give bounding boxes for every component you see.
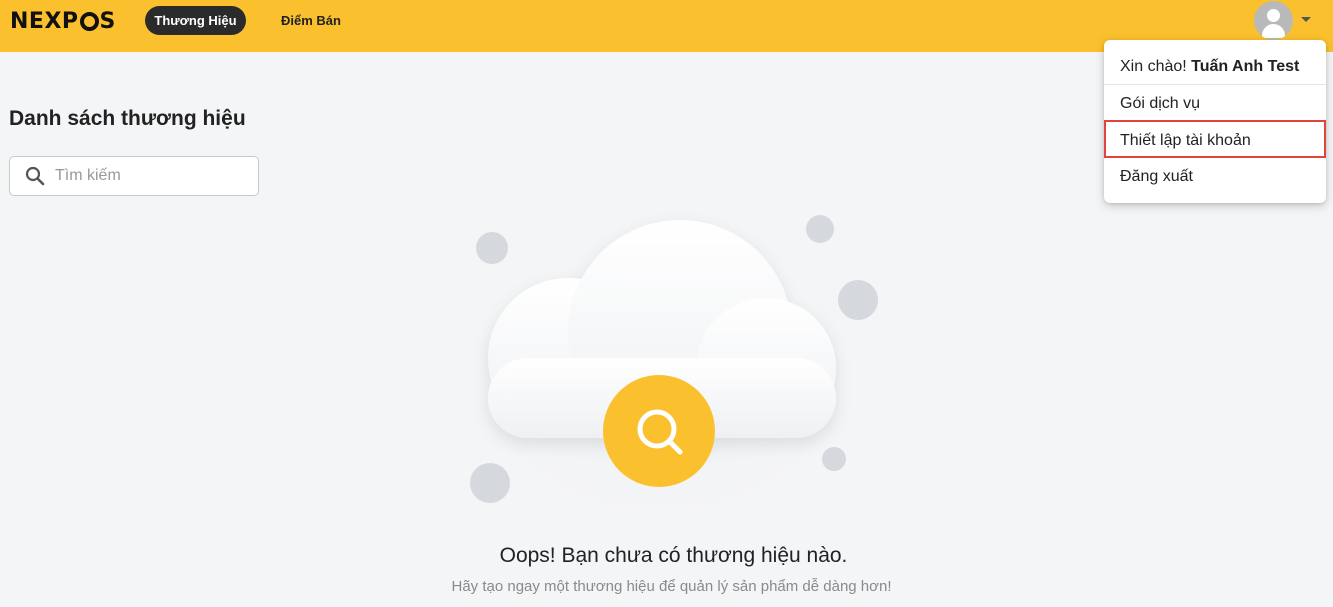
bubble-shape: [476, 232, 508, 264]
search-box[interactable]: [9, 156, 259, 196]
magnifier-badge: [603, 375, 715, 487]
menu-item-logout[interactable]: Đăng xuất: [1104, 159, 1326, 195]
menu-greeting: Xin chào! Tuấn Anh Test: [1104, 49, 1326, 85]
logo-text-right: S: [99, 8, 116, 34]
tab-thuong-hieu[interactable]: Thương Hiệu: [145, 6, 246, 35]
empty-state-title: Oops! Bạn chưa có thương hiệu nào.: [499, 544, 848, 567]
menu-item-service-plan[interactable]: Gói dịch vụ: [1104, 86, 1326, 122]
bubble-shape: [806, 215, 834, 243]
bubble-shape: [822, 447, 846, 471]
logo-o-icon: [79, 11, 99, 31]
logo-text-left: NEXP: [10, 8, 79, 34]
search-input[interactable]: [55, 163, 245, 189]
tab-diem-ban[interactable]: Điểm Bán: [271, 6, 351, 35]
user-avatar[interactable]: [1254, 1, 1293, 40]
search-icon: [25, 166, 45, 186]
page-title: Danh sách thương hiệu: [9, 107, 246, 130]
bubble-shape: [838, 280, 878, 320]
user-dropdown-menu: Xin chào! Tuấn Anh Test Gói dịch vụ Thiế…: [1104, 40, 1326, 203]
menu-item-account-settings[interactable]: Thiết lập tài khoản: [1104, 120, 1326, 158]
bubble-shape: [470, 463, 510, 503]
avatar-body-shape: [1262, 24, 1285, 38]
user-name: Tuấn Anh Test: [1191, 58, 1300, 75]
chevron-down-icon[interactable]: [1301, 17, 1311, 22]
avatar-head-shape: [1267, 9, 1280, 22]
greeting-prefix: Xin chào!: [1120, 58, 1187, 75]
empty-state-illustration: [447, 210, 878, 530]
nexpos-logo[interactable]: NEXP S: [10, 8, 116, 34]
empty-state-subtitle: Hãy tạo ngay một thương hiệu để quản lý …: [451, 578, 892, 595]
